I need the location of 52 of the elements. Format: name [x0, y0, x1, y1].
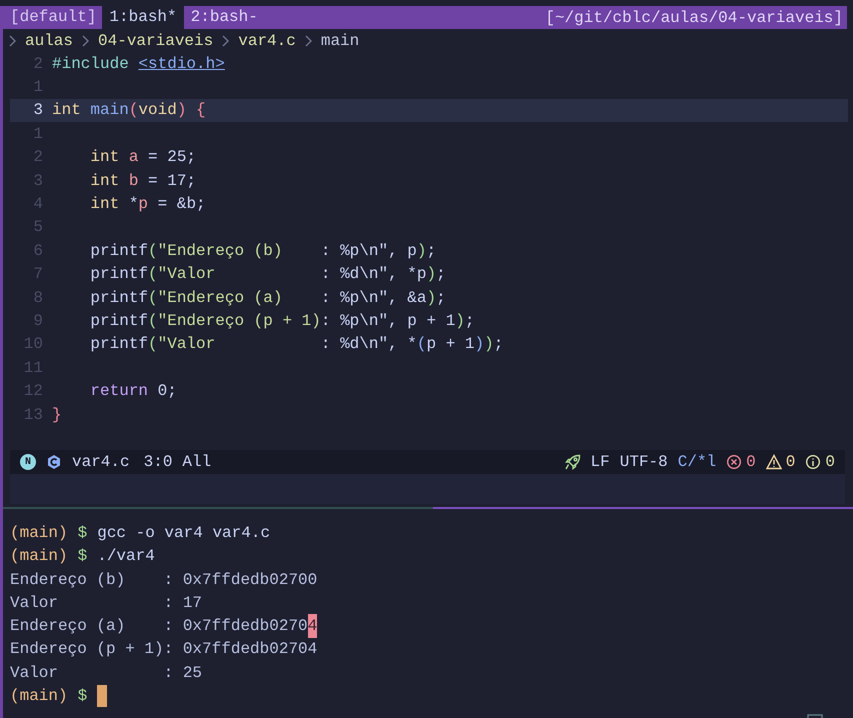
highlighted-character: 4: [308, 614, 318, 638]
chevron-icon: [221, 34, 230, 46]
code-line: printf("Valor : %d\n", *(p + 1));: [89, 334, 504, 356]
rocket-icon: [564, 454, 581, 470]
warning-icon: [766, 454, 782, 470]
chevron-icon: [81, 34, 90, 46]
file-type: C/*l: [678, 452, 716, 474]
error-icon: [726, 454, 742, 470]
file-name: var4.c: [72, 452, 130, 474]
prompt-branch: (main): [10, 686, 68, 707]
code-line: int b = 17;: [89, 170, 196, 192]
breadcrumb-item[interactable]: aulas: [25, 28, 74, 52]
code-line: printf("Endereço (b) : %p\n", p);: [89, 240, 436, 262]
file-encoding: UTF-8: [620, 452, 668, 474]
prompt-symbol: $: [78, 522, 88, 544]
terminal-output: Endereço (a) : 0x7ffdedb0270: [10, 616, 308, 638]
breadcrumb-item[interactable]: 04-variaveis: [98, 28, 214, 52]
breadcrumb-item[interactable]: var4.c: [238, 28, 296, 52]
code-line: printf("Valor : %d\n", *p);: [89, 264, 446, 286]
terminal-output: Valor : 25: [10, 662, 202, 684]
code-line: int main(void) {: [52, 100, 206, 122]
diagnostic-count: 0: [825, 452, 835, 474]
hexagon-icon: [46, 454, 62, 470]
chevron-icon: [304, 34, 313, 46]
prompt-symbol: $: [78, 686, 88, 707]
code-line: printf("Endereço (a) : %p\n", &a);: [89, 288, 446, 309]
terminal-command: gcc -o var4 var4.c: [97, 522, 270, 544]
code-line: int a = 25;: [89, 147, 196, 168]
diagnostic-count: 0: [786, 452, 796, 474]
terminal-output: Endereço (b) : 0x7ffdedb02700: [10, 570, 318, 590]
prompt-branch: (main): [10, 522, 68, 544]
terminal-output: Endereço (p + 1): 0x7ffdedb02704: [10, 639, 318, 660]
code-line: printf("Endereço (p + 1): %p\n", p + 1);: [89, 311, 475, 332]
code-line: }: [52, 404, 62, 426]
terminal-output: Valor : 17: [10, 592, 202, 614]
current-path: [~/git/cblc/aulas/04-variaveis]: [545, 8, 844, 28]
terminal-command: ./var4: [97, 546, 155, 568]
window-tab[interactable]: 1:bash*: [102, 6, 184, 29]
code-line: return 0;: [89, 381, 177, 402]
code-line: int *p = &b;: [89, 194, 206, 216]
mode-indicator: N: [20, 454, 36, 470]
chevron-icon: [8, 34, 17, 46]
prompt-symbol: $: [78, 546, 88, 568]
prompt-branch: (main): [10, 546, 68, 568]
info-icon: [805, 454, 822, 470]
line-number: 3: [32, 100, 43, 122]
breadcrumb-item[interactable]: main: [320, 28, 360, 52]
line-ending: LF: [590, 452, 610, 474]
diagnostic-count: 0: [746, 452, 756, 474]
scroll-position: All: [182, 452, 212, 474]
cursor-position: 3:0: [144, 452, 172, 474]
code-line: #include <stdio.h>: [52, 54, 225, 75]
